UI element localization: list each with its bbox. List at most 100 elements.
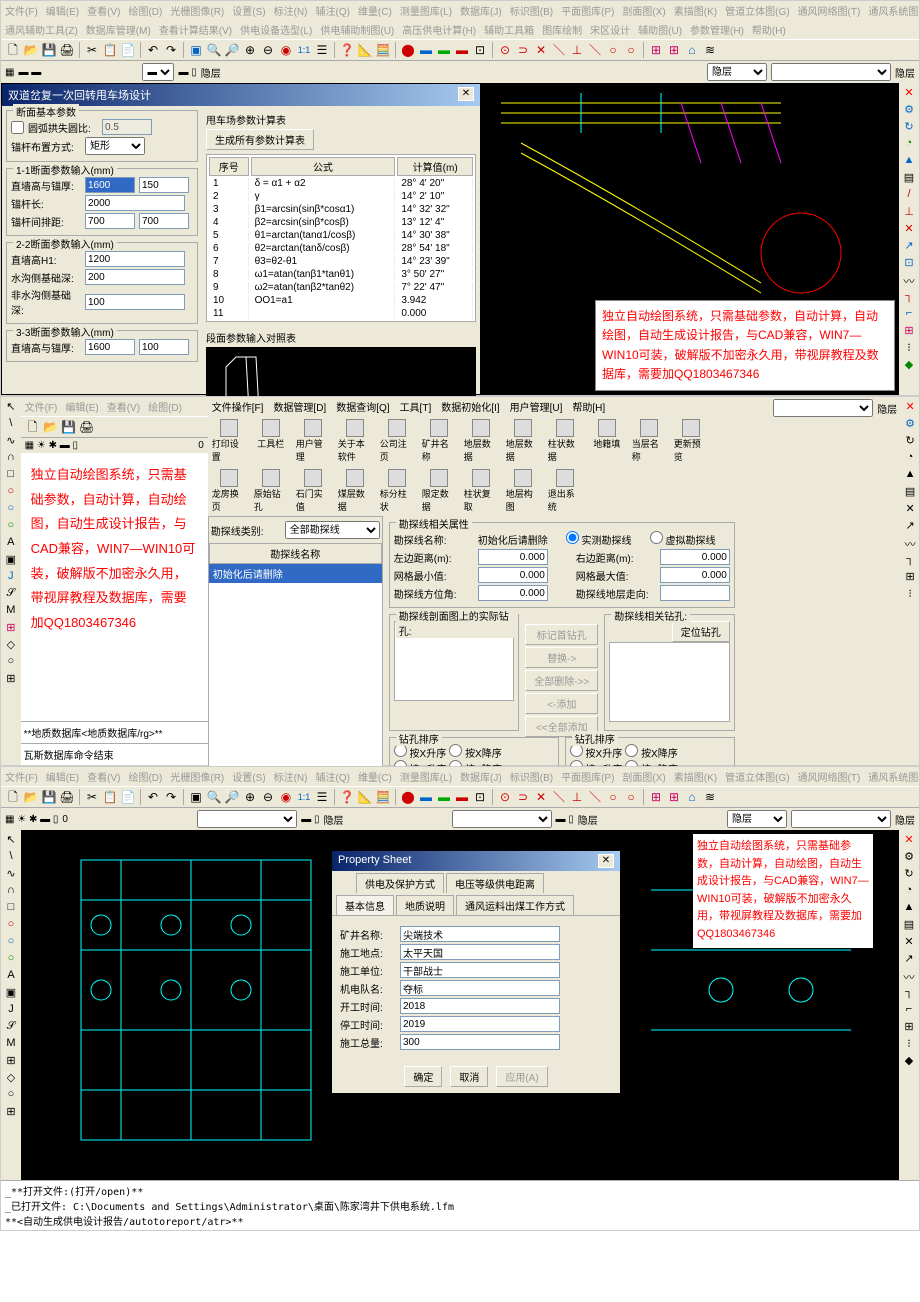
ib-toolbar[interactable]: 工具栏 [254,419,288,463]
vl-text-icon[interactable]: A [4,536,18,550]
ib2-1[interactable]: 原始钻孔 [254,469,288,513]
ib-column[interactable]: 柱状数据 [548,419,582,463]
noditch-depth-input[interactable] [85,294,185,310]
vt2-arr[interactable]: ↗ [903,519,917,533]
vl-line-icon[interactable]: \ [4,417,18,431]
grid-min-input[interactable] [478,567,548,583]
flag-r-icon[interactable]: ▬ [454,42,470,58]
vl3-block[interactable]: ▣ [4,986,18,1000]
real-survey-radio[interactable] [566,531,579,544]
propsheet-close-icon[interactable]: ✕ [598,854,614,868]
layer3-select1[interactable] [197,810,297,828]
vl3-o[interactable]: ○ [4,1088,18,1102]
mine-name-input[interactable] [400,926,560,942]
total-input[interactable] [400,1034,560,1050]
tab-supply[interactable]: 供电及保护方式 [356,873,444,893]
vt3-grid[interactable]: ⊞ [902,1020,916,1034]
command-line[interactable]: _**打开文件:(打开/open)** _已打开文件: C:\Documents… [1,1180,919,1230]
vl-o-icon[interactable]: ○ [4,655,18,669]
toolbar-3[interactable]: 🗋📂💾🖨 ✂📋📄 ↶↷ ▣🔍🔎⊕⊖ ◉1:1☰ ❓📐🧮 ⬤▬▬▬⊡ ⊙⊃✕＼⊥＼… [1,786,919,808]
vl-block-icon[interactable]: ▣ [4,553,18,567]
vl-m-icon[interactable]: M [4,604,18,618]
info-icon[interactable]: ❓ [339,42,355,58]
vl3-grid2[interactable]: ⊞ [4,1105,18,1119]
new-icon[interactable]: 🗋 [5,42,21,58]
open-icon[interactable]: 📂 [23,42,39,58]
grid2-icon[interactable]: ⊞ [666,42,682,58]
vt-perp-icon[interactable]: ⊥ [902,205,916,219]
vt-tri-icon[interactable]: ▲ [902,154,916,168]
direction-input[interactable] [660,585,730,601]
vl-grid-icon[interactable]: ⊞ [4,621,18,635]
sort-x-desc-2[interactable] [625,744,638,757]
grid1-icon[interactable]: ⊞ [648,42,664,58]
team-input[interactable] [400,980,560,996]
vt3-diam[interactable]: ◆ [902,1054,916,1068]
vt3-dots[interactable]: ⁝ [902,1037,916,1051]
iconbar-2b[interactable]: 龙房换页 原始钻孔 石门实值 煤层数据 标分柱状 限定数据 柱状复取 地层构图 … [208,466,741,516]
sn-line-icon[interactable]: ＼ [551,42,567,58]
vt2-pie[interactable]: ◔ [903,451,917,465]
vt-close-icon[interactable]: ✕ [902,86,916,100]
vl3-arrow[interactable]: ↖ [4,833,18,847]
spacing-a-input[interactable] [85,213,135,229]
tab-voltage[interactable]: 电压等级供电距离 [446,873,544,893]
print-icon[interactable]: 🖨 [59,42,75,58]
sn-perp-icon[interactable]: ⊥ [569,42,585,58]
ib-fill[interactable]: 地籍填 [590,419,624,463]
redo-icon[interactable]: ↷ [163,42,179,58]
layer-select-2[interactable] [771,63,891,81]
anchor-len-input[interactable] [85,195,185,211]
menubar-2-left[interactable]: 文件(F)编辑(E)查看(V)绘图(D) [21,397,208,416]
survey-category-select[interactable]: 全部勘探线 [285,521,380,539]
tab-basic[interactable]: 基本信息 [336,895,394,915]
vt-refresh-icon[interactable]: ↻ [902,120,916,134]
vt-corn2-icon[interactable]: ⌐ [902,307,916,321]
left-dist-input[interactable] [478,549,548,565]
ib-user[interactable]: 用户管理 [296,419,330,463]
related-drill-list[interactable] [609,642,730,722]
save-icon[interactable]: 💾 [41,42,57,58]
toolbar-2-left[interactable]: 🗋📂💾🖨 [21,416,208,438]
vt2-refresh[interactable]: ↻ [903,434,917,448]
vtoolbar-right-2[interactable]: ✕ ⚙ ↻ ◔ ▲ ▤ ✕ ↗ 〰 ┐ ⊞ ⁝ [901,397,919,765]
vt-grid-icon[interactable]: ⊞ [902,324,916,338]
vt2-x[interactable]: ✕ [903,502,917,516]
zoom-in-icon[interactable]: 🔍 [206,42,222,58]
ib-mine[interactable]: 矿井名称 [422,419,456,463]
cad-canvas-3[interactable]: Property Sheet ✕ 供电及保护方式 电压等级供电距离 基本信息 地… [21,830,899,1180]
ib2-7[interactable]: 地层构图 [506,469,540,513]
vl-s-icon[interactable]: 𝒮 [4,587,18,601]
ib-print[interactable]: 打印设置 [212,419,246,463]
zoom-all-icon[interactable]: ⊕ [242,42,258,58]
zoom-window-icon[interactable]: ▣ [188,42,204,58]
vl3-c3[interactable]: ○ [4,952,18,966]
close-icon[interactable]: ✕ [458,87,474,101]
vl3-m[interactable]: M [4,1037,18,1051]
vt2-close[interactable]: ✕ [903,400,917,414]
wall-t-input[interactable] [139,177,189,193]
vt3-tri[interactable]: ▲ [902,901,916,915]
vl3-s[interactable]: 𝒮 [4,1020,18,1034]
menubar-2[interactable]: 文件操作[F]数据管理[D]数据查询[Q]工具[T]数据初始化[I]用户管理[U… [208,397,741,416]
vl-arrow-icon[interactable]: ↖ [4,400,18,414]
vl3-j[interactable]: J [4,1003,18,1017]
measure-icon[interactable]: 📐 [357,42,373,58]
ib-about[interactable]: 关于本软件 [338,419,372,463]
zoom-out-icon[interactable]: 🔎 [224,42,240,58]
ib-strata2[interactable]: 地层数据 [506,419,540,463]
vl-circ1-icon[interactable]: ○ [4,485,18,499]
vl-grid2-icon[interactable]: ⊞ [4,672,18,686]
vt2-wave[interactable]: 〰 [903,536,917,550]
menubar-3[interactable]: 文件(F)编辑(E)查看(V)绘图(D)光栅图像(R)设置(S)标注(N)辅注(… [1,767,919,786]
menubar-1[interactable]: 文件(F)编辑(E)查看(V)绘图(D)光栅图像(R)设置(S)标注(N)辅注(… [1,1,919,20]
ib2-8[interactable]: 退出系统 [548,469,582,513]
vl-rect-icon[interactable]: □ [4,468,18,482]
vt3-wave[interactable]: 〰 [902,969,916,983]
layer-icon[interactable]: ▦ [5,67,14,78]
end-input[interactable] [400,1016,560,1032]
virtual-survey-radio[interactable] [650,531,663,544]
vt-dots-icon[interactable]: ⁝ [902,341,916,355]
ratio-icon[interactable]: 1:1 [296,42,312,58]
list-item[interactable]: 初始化后请删除 [209,564,382,583]
